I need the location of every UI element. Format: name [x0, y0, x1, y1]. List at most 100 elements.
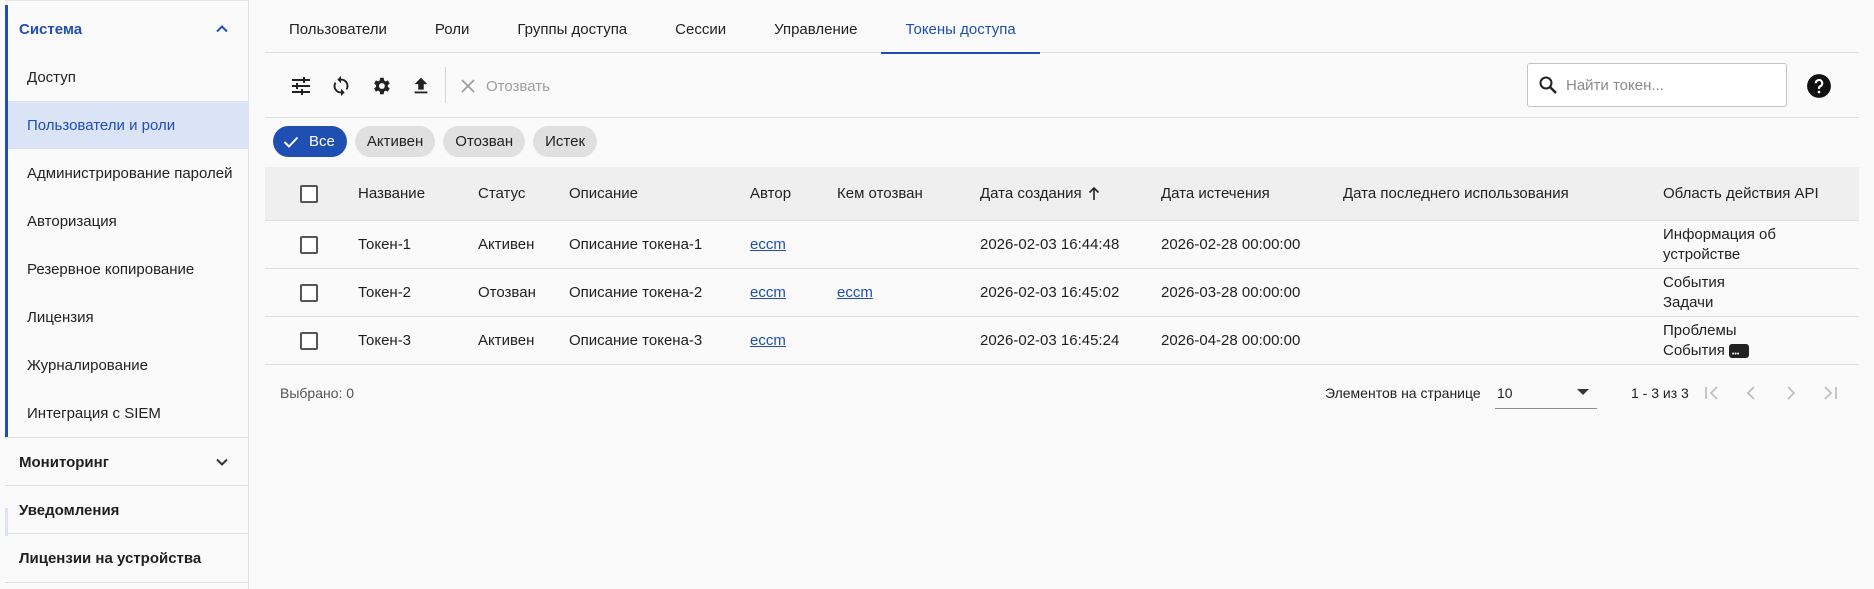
cell-author: eccm [750, 317, 786, 364]
sort-ascending-icon [1088, 186, 1099, 200]
cell-expires: 2026-02-28 00:00:00 [1161, 236, 1301, 253]
sidebar-item-users-roles[interactable]: Пользователи и роли [8, 101, 249, 149]
sidebar-item-label: Доступ [27, 68, 76, 86]
sidebar-section-label: Лицензии на устройства [19, 549, 202, 567]
filter-chip-expired[interactable]: Истек [533, 126, 598, 157]
table-row[interactable]: Токен-3 Активен Описание токена-3 eccm 2… [265, 317, 1859, 365]
row-checkbox[interactable] [300, 331, 318, 350]
header-label: Название [358, 185, 426, 202]
upload-button[interactable] [408, 73, 434, 99]
dropdown-arrow-icon [1577, 389, 1589, 395]
revoke-button[interactable]: Отозвать [460, 73, 550, 99]
tab-label: Управление [774, 20, 858, 38]
cell-status: Отозван [478, 284, 536, 301]
tab-access-groups[interactable]: Группы доступа [493, 5, 651, 53]
header-label: Дата истечения [1161, 185, 1270, 202]
sidebar-section-label: Уведомления [19, 501, 120, 519]
scope-item: устройстве [1663, 245, 1741, 263]
sidebar-item-label: Журналирование [27, 356, 148, 374]
sidebar-section-device-licenses[interactable]: Лицензии на устройства [5, 534, 249, 582]
first-page-icon[interactable] [1702, 383, 1722, 403]
select-all-checkbox-cell [300, 167, 318, 220]
header-expires[interactable]: Дата истечения [1161, 167, 1270, 220]
sidebar-item-authorization[interactable]: Авторизация [8, 197, 249, 245]
tab-users[interactable]: Пользователи [265, 5, 411, 53]
filter-chip-label: Истек [545, 133, 586, 150]
table-row[interactable]: Токен-2 Отозван Описание токена-2 eccm e… [265, 269, 1859, 317]
header-revoked-by[interactable]: Кем отозван [837, 167, 923, 220]
cell-expires: 2026-03-28 00:00:00 [1161, 284, 1301, 301]
sidebar-item-access[interactable]: Доступ [8, 53, 249, 101]
sidebar-section-notifications[interactable]: Уведомления [5, 486, 249, 534]
tokens-table: Название Статус Описание Автор Кем отозв… [265, 167, 1859, 365]
header-author[interactable]: Автор [750, 167, 791, 220]
next-page-icon[interactable] [1781, 383, 1801, 403]
tab-label: Сессии [675, 20, 727, 38]
tab-label: Пользователи [289, 20, 387, 38]
sidebar-item-siem[interactable]: Интеграция с SIEM [8, 389, 249, 437]
header-created[interactable]: Дата создания [980, 167, 1101, 220]
sidebar-item-password-admin[interactable]: Администрирование паролей [8, 149, 249, 197]
help-icon[interactable] [1806, 73, 1832, 99]
filter-chip-all[interactable]: Все [273, 126, 347, 157]
settings-button[interactable] [368, 73, 394, 99]
sidebar-section-system[interactable]: Система [5, 5, 249, 53]
filter-chip-active[interactable]: Активен [354, 126, 436, 157]
search-icon [1539, 76, 1557, 94]
per-page-label: Элементов на странице [1325, 385, 1481, 401]
prev-page-icon[interactable] [1741, 383, 1761, 403]
tab-management[interactable]: Управление [750, 5, 881, 53]
more-scopes-icon[interactable] [1728, 343, 1749, 365]
author-link[interactable]: eccm [750, 284, 786, 301]
gear-icon [374, 77, 390, 95]
revoked-by-link[interactable]: eccm [837, 284, 873, 301]
filter-settings-button[interactable] [288, 73, 314, 99]
row-checkbox[interactable] [300, 283, 318, 302]
row-checkbox[interactable] [300, 235, 318, 254]
sidebar-item-license[interactable]: Лицензия [8, 293, 249, 341]
filter-chip-label: Все [309, 133, 335, 150]
status-filter-chips: Все Активен Отозван Истек [273, 126, 598, 157]
select-all-checkbox[interactable] [300, 184, 318, 203]
search-input[interactable] [1566, 76, 1766, 94]
tab-access-tokens[interactable]: Токены доступа [881, 5, 1040, 54]
header-last-used[interactable]: Дата последнего использования [1343, 167, 1569, 220]
sidebar-item-label: Интеграция с SIEM [27, 404, 161, 422]
tab-sessions[interactable]: Сессии [651, 5, 750, 53]
cell-scope: Проблемы События [1663, 317, 1749, 365]
cell-author: eccm [750, 269, 786, 316]
upload-icon [414, 77, 428, 94]
sidebar-item-backup[interactable]: Резервное копирование [8, 245, 249, 293]
scope-item: События [1663, 273, 1725, 291]
header-label: Статус [478, 185, 526, 202]
chevron-down-icon [216, 458, 228, 466]
toolbar: Отозвать [265, 53, 1859, 118]
filter-chip-revoked[interactable]: Отозван [443, 126, 526, 157]
scope-item: Информация об [1663, 225, 1776, 243]
tab-bar: Пользователи Роли Группы доступа Сессии … [265, 5, 1859, 54]
author-link[interactable]: eccm [750, 236, 786, 253]
sidebar-section-monitoring[interactable]: Мониторинг [5, 438, 249, 486]
per-page-value: 10 [1497, 384, 1513, 401]
tab-roles[interactable]: Роли [411, 5, 494, 53]
row-checkbox-cell [300, 269, 318, 316]
sidebar-item-label: Лицензия [27, 308, 94, 326]
sidebar-item-logging[interactable]: Журналирование [8, 341, 249, 389]
table-row[interactable]: Токен-1 Активен Описание токена-1 eccm 2… [265, 221, 1859, 269]
revoke-label: Отозвать [486, 77, 550, 95]
sidebar-divider [5, 582, 249, 583]
header-scope[interactable]: Область действия API [1663, 167, 1819, 220]
header-description[interactable]: Описание [569, 167, 638, 220]
sidebar: Система Доступ Пользователи и роли Админ… [0, 0, 249, 589]
author-link[interactable]: eccm [750, 332, 786, 349]
refresh-button[interactable] [328, 73, 354, 99]
header-name[interactable]: Название [358, 167, 425, 220]
last-page-icon[interactable] [1820, 383, 1840, 403]
chevron-up-icon [216, 25, 228, 33]
per-page-select[interactable]: 10 [1495, 377, 1597, 409]
header-label: Кем отозван [837, 185, 923, 202]
cell-description: Описание токена-1 [569, 236, 703, 253]
header-status[interactable]: Статус [478, 167, 525, 220]
tune-icon [292, 77, 310, 95]
search-box [1527, 63, 1787, 107]
